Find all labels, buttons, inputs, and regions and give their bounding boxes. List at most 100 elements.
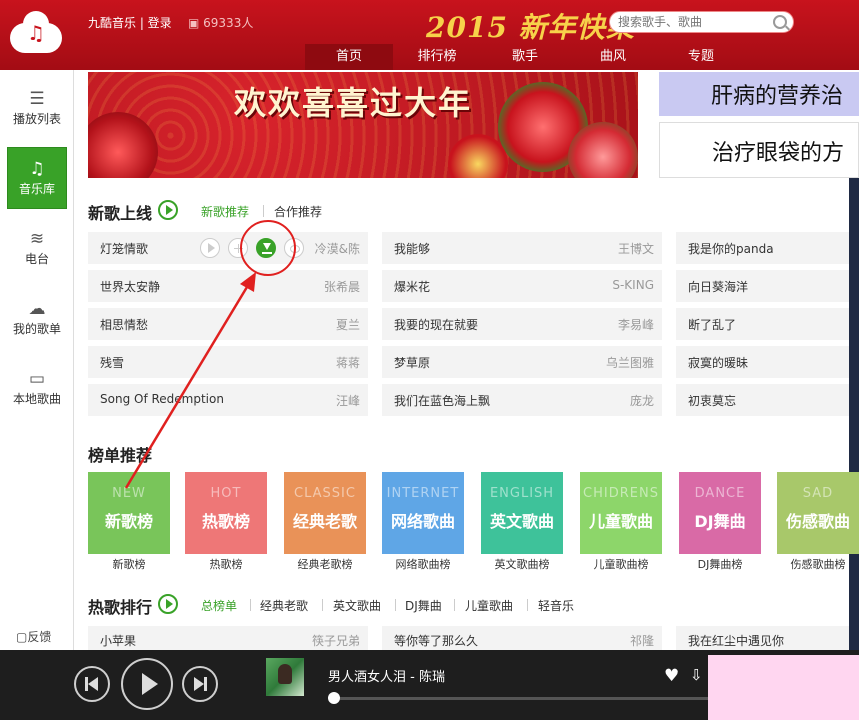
nav-charts[interactable]: 排行榜 xyxy=(393,44,481,70)
search-input[interactable] xyxy=(618,14,768,30)
chart-label[interactable]: 经典老歌榜 xyxy=(284,556,366,572)
tab-classic[interactable]: 经典老歌 xyxy=(260,597,308,614)
right-scrollbar[interactable] xyxy=(849,178,859,650)
chart-card-hot[interactable]: HOT 热歌榜 xyxy=(185,472,267,554)
brand-login-link[interactable]: 九酷音乐 | 登录 xyxy=(88,14,172,31)
song-artist: 筷子兄弟 xyxy=(311,634,360,648)
play-all-icon[interactable] xyxy=(158,200,178,220)
sidebar-item-label: 本地歌曲 xyxy=(12,392,61,406)
progress-knob[interactable] xyxy=(328,692,340,704)
chart-card-classic[interactable]: CLASSIC 经典老歌 xyxy=(284,472,366,554)
sidebar-item-radio[interactable]: ≋ 电台 xyxy=(7,218,67,280)
search-icon[interactable] xyxy=(773,15,787,29)
online-count: ▣ 69333人 xyxy=(188,14,253,31)
row-play-icon[interactable] xyxy=(200,238,220,258)
tab-dj[interactable]: DJ舞曲 xyxy=(405,597,442,614)
app-logo[interactable]: ♫ xyxy=(10,11,62,57)
search-box[interactable] xyxy=(609,11,794,33)
hot-ranking-title: 热歌排行 xyxy=(88,598,153,617)
song-row[interactable]: 等你等了那么久 祁隆 xyxy=(382,626,662,650)
chart-card-en: HOT xyxy=(210,486,242,501)
tab-divider xyxy=(250,599,251,611)
tab-light-music[interactable]: 轻音乐 xyxy=(538,597,574,614)
chart-card-dance[interactable]: DANCE DJ舞曲 xyxy=(679,472,761,554)
chart-card-sad[interactable]: SAD 伤感歌曲 xyxy=(777,472,859,554)
pink-overlay-block xyxy=(708,655,859,720)
download-icon[interactable]: ⇩ xyxy=(690,666,703,684)
song-row[interactable]: 初衷莫忘 xyxy=(676,384,849,416)
song-row[interactable]: 梦草原 乌兰图雅 xyxy=(382,346,662,378)
chart-card-internet[interactable]: INTERNET 网络歌曲 xyxy=(382,472,464,554)
tab-children[interactable]: 儿童歌曲 xyxy=(465,597,513,614)
online-count-value: 69333人 xyxy=(203,16,254,30)
heart-icon[interactable]: ♥ xyxy=(664,666,679,686)
chart-label[interactable]: 新歌榜 xyxy=(88,556,170,572)
users-icon: ▣ xyxy=(188,16,204,30)
song-row[interactable]: 小苹果 筷子兄弟 xyxy=(88,626,368,650)
song-row[interactable]: 我们在蓝色海上飘 庞龙 xyxy=(382,384,662,416)
main-banner[interactable]: 欢欢喜喜过大年 xyxy=(88,72,638,178)
song-artist: 祁隆 xyxy=(629,634,654,648)
peony-decoration xyxy=(448,134,508,178)
song-artist: 夏兰 xyxy=(335,318,360,332)
nav-topics[interactable]: 专题 xyxy=(657,44,745,70)
chart-label[interactable]: 伤感歌曲榜 xyxy=(777,556,859,572)
sidebar-item-local[interactable]: ▭ 本地歌曲 xyxy=(7,358,67,420)
chart-label[interactable]: DJ舞曲榜 xyxy=(679,556,761,572)
song-row[interactable]: 世界太安静 张希晨 xyxy=(88,270,368,302)
nav-genres[interactable]: 曲风 xyxy=(569,44,657,70)
song-row[interactable]: 灯笼情歌 冷漠&陈 xyxy=(88,232,368,264)
chart-card-children[interactable]: CHIDRENS 儿童歌曲 xyxy=(580,472,662,554)
side-ad-2-text: 治疗眼袋的方 xyxy=(712,141,845,166)
tab-english[interactable]: 英文歌曲 xyxy=(333,597,381,614)
tab-partner-recommend[interactable]: 合作推荐 xyxy=(274,203,322,220)
song-title: 我能够 xyxy=(394,242,431,256)
previous-track-button[interactable] xyxy=(74,666,110,702)
song-row[interactable]: 爆米花 S-KING xyxy=(382,270,662,302)
song-row[interactable]: 我要的现在就要 李易峰 xyxy=(382,308,662,340)
chart-label[interactable]: 儿童歌曲榜 xyxy=(580,556,662,572)
song-title: 向日葵海洋 xyxy=(688,280,749,294)
top-header: ♫ 九酷音乐 | 登录 ▣ 69333人 2015 新年快樂 首页 排行榜 歌手… xyxy=(0,0,859,70)
song-artist: S-KING xyxy=(612,278,654,292)
song-row[interactable]: Song Of Redemption 汪峰 xyxy=(88,384,368,416)
tab-new-recommend[interactable]: 新歌推荐 xyxy=(201,203,249,220)
play-button[interactable] xyxy=(121,658,173,710)
tab-divider xyxy=(322,599,323,611)
nav-home[interactable]: 首页 xyxy=(305,44,393,70)
tab-overall[interactable]: 总榜单 xyxy=(201,597,237,614)
sidebar-item-playlist[interactable]: ☰ 播放列表 xyxy=(7,78,67,140)
sidebar-item-my-playlists[interactable]: ☁ 我的歌单 xyxy=(7,288,67,350)
album-cover[interactable] xyxy=(266,658,304,696)
chart-label[interactable]: 热歌榜 xyxy=(185,556,267,572)
nav-singers[interactable]: 歌手 xyxy=(481,44,569,70)
play-all-icon[interactable] xyxy=(158,594,178,614)
song-row[interactable]: 相思情愁 夏兰 xyxy=(88,308,368,340)
cloud-icon: ☁ xyxy=(28,299,46,319)
song-row[interactable]: 断了乱了 xyxy=(676,308,849,340)
song-title: 我是你的panda xyxy=(688,242,774,256)
sidebar-item-label: 我的歌单 xyxy=(12,322,61,336)
chart-label[interactable]: 英文歌曲榜 xyxy=(481,556,563,572)
chart-card-english[interactable]: ENGLISH 英文歌曲 xyxy=(481,472,563,554)
peony-decoration xyxy=(88,112,158,178)
song-row[interactable]: 我能够 王博文 xyxy=(382,232,662,264)
side-ad-2[interactable]: 治疗眼袋的方 xyxy=(659,122,859,178)
next-track-button[interactable] xyxy=(182,666,218,702)
feedback-link[interactable]: ▢反馈 xyxy=(16,628,51,645)
song-row[interactable]: 我是你的panda xyxy=(676,232,849,264)
chart-card-new[interactable]: NEW 新歌榜 xyxy=(88,472,170,554)
song-row[interactable]: 我在红尘中遇见你 xyxy=(676,626,849,650)
song-row[interactable]: 残雪 蒋蒋 xyxy=(88,346,368,378)
side-ad-1-text: 肝病的营养治 xyxy=(711,84,844,109)
chart-card-cn: 新歌榜 xyxy=(104,512,153,531)
chart-label[interactable]: 网络歌曲榜 xyxy=(382,556,464,572)
song-artist: 张希晨 xyxy=(323,280,360,294)
new-year-art: 2015 新年快樂 xyxy=(426,11,635,44)
song-row[interactable]: 寂寞的暖昧 xyxy=(676,346,849,378)
progress-bar[interactable] xyxy=(332,697,712,700)
sidebar-item-library[interactable]: ♫ 音乐库 xyxy=(7,147,67,209)
song-title: 相思情愁 xyxy=(100,318,149,332)
side-ad-1[interactable]: 肝病的营养治 xyxy=(659,72,859,116)
song-row[interactable]: 向日葵海洋 xyxy=(676,270,849,302)
